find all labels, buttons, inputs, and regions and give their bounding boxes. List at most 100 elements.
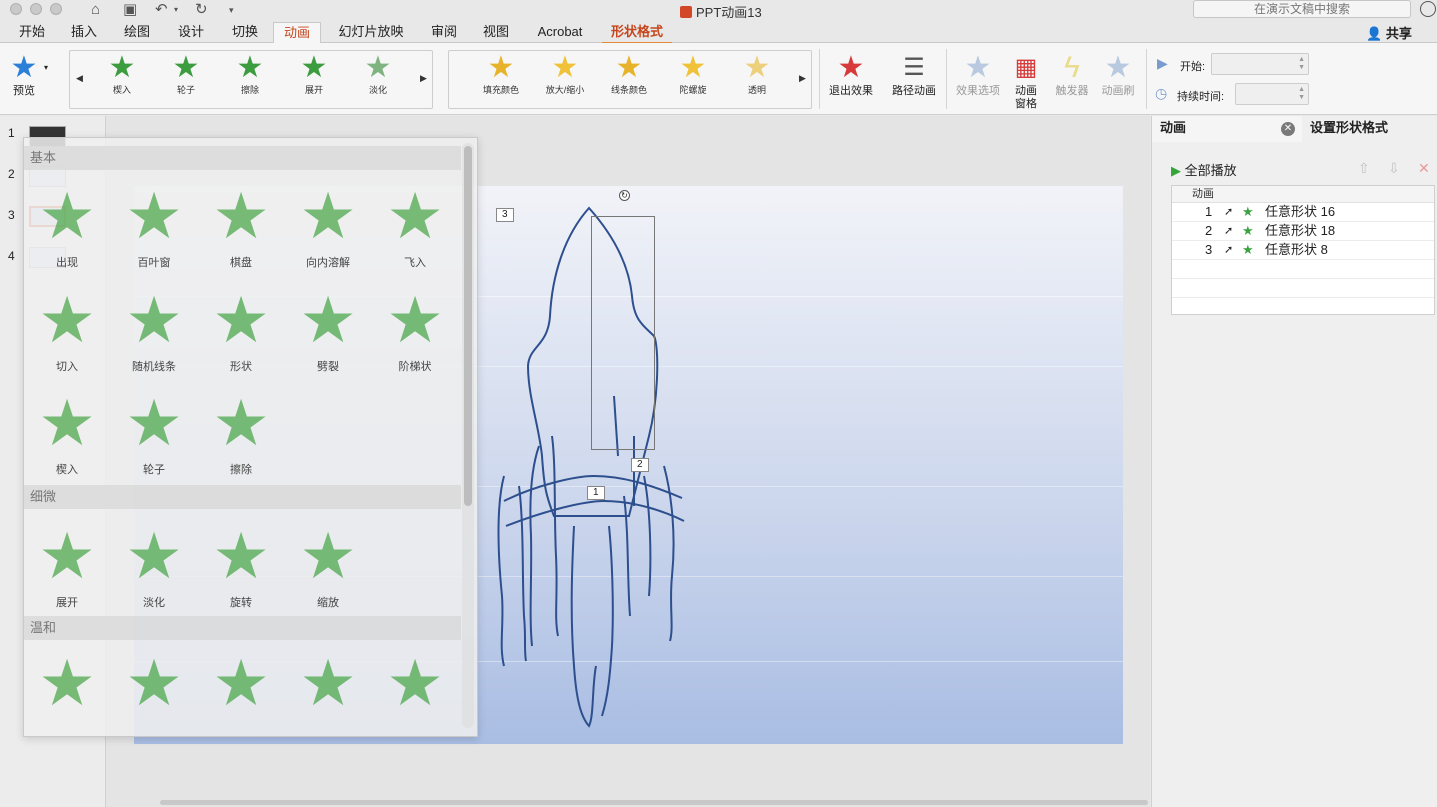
dropdown-scrollbar[interactable] (464, 146, 472, 506)
effect-strips[interactable]: ★ 阶梯状 (372, 280, 458, 374)
trigger-button[interactable]: ϟ 触发器 (1052, 51, 1092, 98)
account-icon[interactable] (1420, 1, 1436, 17)
gallery-next-icon[interactable]: ▶ (799, 73, 806, 84)
undo-dropdown-icon[interactable]: ▾ (174, 1, 178, 19)
animation-painter-button[interactable]: ★ 动画刷 (1098, 51, 1138, 98)
tab-view[interactable]: 视图 (474, 22, 518, 43)
duration-stepper[interactable]: ▲ ▼ (1235, 83, 1309, 105)
effect-expand[interactable]: ★ 展开 (284, 51, 344, 108)
effect-wheel[interactable]: ★ 轮子 (156, 51, 216, 108)
move-up-icon[interactable]: ⇧ (1358, 160, 1370, 177)
tab-acrobat[interactable]: Acrobat (530, 22, 590, 43)
gallery-next-icon[interactable]: ▶ (420, 73, 427, 84)
effect-swivel[interactable]: ★ 旋转 (198, 516, 284, 610)
animation-pane: 动画 ✕ 设置形状格式 ▶ 全部播放 ⇧ ⇩ ✕ 动画 1 ➚ ★ 任意形状 16 2… (1151, 116, 1437, 807)
star-icon: ★ (743, 51, 771, 84)
effect-split[interactable]: ★ 劈裂 (285, 280, 371, 374)
effect-peek-in[interactable]: ★ 切入 (24, 280, 110, 374)
effect-random-bars[interactable]: ★ 随机线条 (111, 280, 197, 374)
effect-line-color[interactable]: ★ 线条颜色 (599, 51, 659, 108)
customize-toolbar-icon[interactable]: ▾ (229, 1, 234, 19)
move-down-icon[interactable]: ⇩ (1388, 160, 1400, 177)
effect-label: 阶梯状 (398, 361, 432, 373)
effect-wedge[interactable]: ★ 楔入 (24, 383, 110, 477)
effect-wipe[interactable]: ★ 擦除 (198, 383, 284, 477)
selection-box[interactable] (591, 216, 655, 450)
effect-appear[interactable]: ★ 出现 (24, 176, 110, 270)
effect-dissolve-in[interactable]: ★ 向内溶解 (285, 176, 371, 270)
effect-moderate-2[interactable]: ★ (111, 643, 197, 723)
effect-moderate-4[interactable]: ★ (285, 643, 371, 723)
path-animation-button[interactable]: ☰ 路径动画 (890, 51, 938, 98)
effect-fly-in[interactable]: ★ 飞入 (372, 176, 458, 270)
effect-spin[interactable]: ★ 陀螺旋 (663, 51, 723, 108)
animation-order-tag: 3 (496, 208, 514, 222)
undo-icon[interactable]: ↶ (155, 1, 168, 19)
redo-icon[interactable]: ↻ (195, 1, 208, 19)
tab-insert[interactable]: 插入 (62, 22, 106, 43)
animation-item[interactable]: 2 ➚ ★ 任意形状 18 (1172, 222, 1434, 241)
close-window-button[interactable] (10, 3, 22, 15)
tab-slideshow[interactable]: 幻灯片放映 (333, 22, 409, 43)
animation-pane-button[interactable]: ▦ 动画 窗格 (1010, 51, 1042, 111)
effect-expand[interactable]: ★ 展开 (24, 516, 110, 610)
star-icon: ★ (212, 284, 270, 356)
effect-label: 擦除 (230, 464, 252, 476)
effect-moderate-3[interactable]: ★ (198, 643, 284, 723)
rotate-handle-icon[interactable]: ↻ (619, 190, 630, 201)
share-button[interactable]: 👤 共享 (1366, 23, 1412, 42)
effect-transparency[interactable]: ★ 透明 (727, 51, 787, 108)
preview-button[interactable]: ★ 预览 (6, 51, 42, 98)
effect-checkerboard[interactable]: ★ 棋盘 (198, 176, 284, 270)
effect-fade[interactable]: ★ 淡化 (111, 516, 197, 610)
effect-shape[interactable]: ★ 形状 (198, 280, 284, 374)
duration-label: 持续时间: (1177, 91, 1225, 103)
mouse-cursor-icon: ➚ (1224, 244, 1234, 256)
effect-grow-shrink[interactable]: ★ 放大/缩小 (535, 51, 595, 108)
tab-draw[interactable]: 绘图 (115, 22, 159, 43)
effect-blinds[interactable]: ★ 百叶窗 (111, 176, 197, 270)
tab-shape-format[interactable]: 形状格式 (602, 22, 672, 44)
search-input[interactable]: 在演示文稿中搜索 (1193, 0, 1411, 18)
horizontal-scrollbar[interactable] (160, 800, 1148, 805)
play-all-button[interactable]: ▶ 全部播放 (1171, 160, 1237, 179)
star-icon: ★ (364, 51, 392, 84)
section-header-subtle: 细微 (24, 485, 461, 509)
slide-number: 3 (8, 208, 15, 222)
effect-fade[interactable]: ★ 淡化 (348, 51, 408, 108)
effect-zoom[interactable]: ★ 缩放 (285, 516, 371, 610)
star-icon: ★ (125, 520, 183, 592)
pane-tab-format-shape[interactable]: 设置形状格式 (1310, 116, 1437, 142)
close-pane-icon[interactable]: ✕ (1281, 122, 1295, 136)
effect-fill-color[interactable]: ★ 填充颜色 (471, 51, 531, 108)
star-icon: ★ (386, 284, 444, 356)
ribbon-separator (1146, 49, 1147, 109)
tab-design[interactable]: 设计 (169, 22, 213, 43)
animation-pane-label: 动画 窗格 (1015, 85, 1037, 110)
tab-review[interactable]: 审阅 (422, 22, 466, 43)
delete-icon[interactable]: ✕ (1418, 160, 1430, 177)
tab-transitions[interactable]: 切换 (223, 22, 267, 43)
zoom-window-button[interactable] (50, 3, 62, 15)
effect-wheel[interactable]: ★ 轮子 (111, 383, 197, 477)
animation-item[interactable]: 3 ➚ ★ 任意形状 8 (1172, 241, 1434, 260)
effect-options-button[interactable]: ★ 效果选项 (954, 51, 1002, 98)
star-icon: ★ (615, 51, 643, 84)
star-icon: ★ (125, 180, 183, 252)
pane-tab-animation[interactable]: 动画 (1152, 116, 1302, 142)
effect-wipe[interactable]: ★ 擦除 (220, 51, 280, 108)
effect-moderate-5[interactable]: ★ (372, 643, 458, 723)
animation-item[interactable]: 1 ➚ ★ 任意形状 16 (1172, 203, 1434, 222)
effect-moderate-1[interactable]: ★ (24, 643, 110, 723)
preview-dropdown-icon[interactable]: ▾ (44, 63, 48, 72)
start-select[interactable]: ▲ ▼ (1211, 53, 1309, 75)
tab-home[interactable]: 开始 (10, 22, 54, 43)
save-icon[interactable]: ▣ (123, 1, 137, 19)
effect-wedge[interactable]: ★ 楔入 (92, 51, 152, 108)
minimize-window-button[interactable] (30, 3, 42, 15)
gallery-prev-icon[interactable]: ◀ (76, 73, 83, 84)
home-icon[interactable]: ⌂ (91, 1, 100, 19)
effect-label: 填充颜色 (482, 85, 519, 95)
tab-animations[interactable]: 动画 (273, 22, 321, 43)
exit-effects-button[interactable]: ★ 退出效果 (827, 51, 875, 98)
